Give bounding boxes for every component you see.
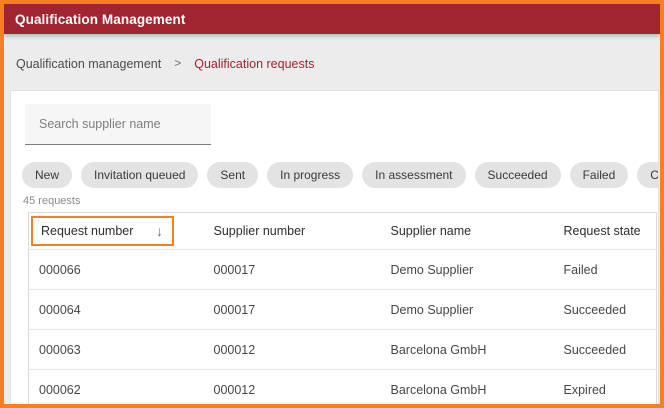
cell-request-state: Failed: [554, 250, 657, 290]
column-header-supplier-number[interactable]: Supplier number: [204, 213, 381, 250]
page-title: Qualification Management: [15, 12, 185, 27]
filter-chip-succeeded[interactable]: Succeeded: [475, 162, 561, 188]
requests-table-container: Request number ↓ Supplier number Supplie…: [28, 212, 656, 404]
chevron-right-icon: >: [174, 56, 181, 70]
search-field: [25, 104, 211, 145]
search-input[interactable]: [25, 117, 211, 131]
title-bar: Qualification Management: [4, 4, 660, 34]
cell-supplier-number: 000017: [204, 290, 381, 330]
sort-descending-icon: ↓: [156, 224, 163, 238]
table-row[interactable]: 000062 000012 Barcelona GmbH Expired: [29, 370, 657, 405]
column-header-supplier-name[interactable]: Supplier name: [381, 213, 554, 250]
filter-chip-sent[interactable]: Sent: [207, 162, 258, 188]
cell-supplier-name: Demo Supplier: [381, 290, 554, 330]
breadcrumb-item-qualification-management[interactable]: Qualification management: [16, 57, 161, 71]
app-window: Qualification Management Qualification m…: [0, 0, 664, 408]
cell-request-number: 000064: [29, 290, 204, 330]
cell-request-number: 000066: [29, 250, 204, 290]
table-row[interactable]: 000063 000012 Barcelona GmbH Succeeded: [29, 330, 657, 370]
sort-highlight-box: Request number ↓: [31, 216, 174, 246]
filter-chip-in-assessment[interactable]: In assessment: [362, 162, 465, 188]
filter-chip-canceled[interactable]: Canceled: [637, 162, 659, 188]
filter-chip-row: New Invitation queued Sent In progress I…: [22, 162, 658, 188]
breadcrumb-item-qualification-requests[interactable]: Qualification requests: [194, 57, 314, 71]
cell-request-number: 000063: [29, 330, 204, 370]
cell-request-state: Succeeded: [554, 330, 657, 370]
column-header-label: Request number: [41, 224, 133, 238]
cell-request-state: Expired: [554, 370, 657, 405]
filter-chip-failed[interactable]: Failed: [570, 162, 629, 188]
table-row[interactable]: 000066 000017 Demo Supplier Failed: [29, 250, 657, 290]
table-row[interactable]: 000064 000017 Demo Supplier Succeeded: [29, 290, 657, 330]
cell-supplier-number: 000012: [204, 330, 381, 370]
cell-supplier-number: 000012: [204, 370, 381, 405]
breadcrumb: Qualification management > Qualification…: [4, 34, 660, 71]
cell-supplier-name: Demo Supplier: [381, 250, 554, 290]
cell-supplier-name: Barcelona GmbH: [381, 370, 554, 405]
filter-chip-in-progress[interactable]: In progress: [267, 162, 353, 188]
column-header-request-state[interactable]: Request state: [554, 213, 657, 250]
cell-supplier-number: 000017: [204, 250, 381, 290]
table-header-row: Request number ↓ Supplier number Supplie…: [29, 213, 657, 250]
filter-chip-invitation-queued[interactable]: Invitation queued: [81, 162, 198, 188]
cell-supplier-name: Barcelona GmbH: [381, 330, 554, 370]
request-count: 45 requests: [23, 195, 658, 207]
filter-chip-new[interactable]: New: [22, 162, 72, 188]
requests-table: Request number ↓ Supplier number Supplie…: [28, 212, 657, 404]
cell-request-number: 000062: [29, 370, 204, 405]
cell-request-state: Succeeded: [554, 290, 657, 330]
content-card: New Invitation queued Sent In progress I…: [10, 90, 659, 404]
column-header-request-number[interactable]: Request number ↓: [29, 213, 204, 250]
